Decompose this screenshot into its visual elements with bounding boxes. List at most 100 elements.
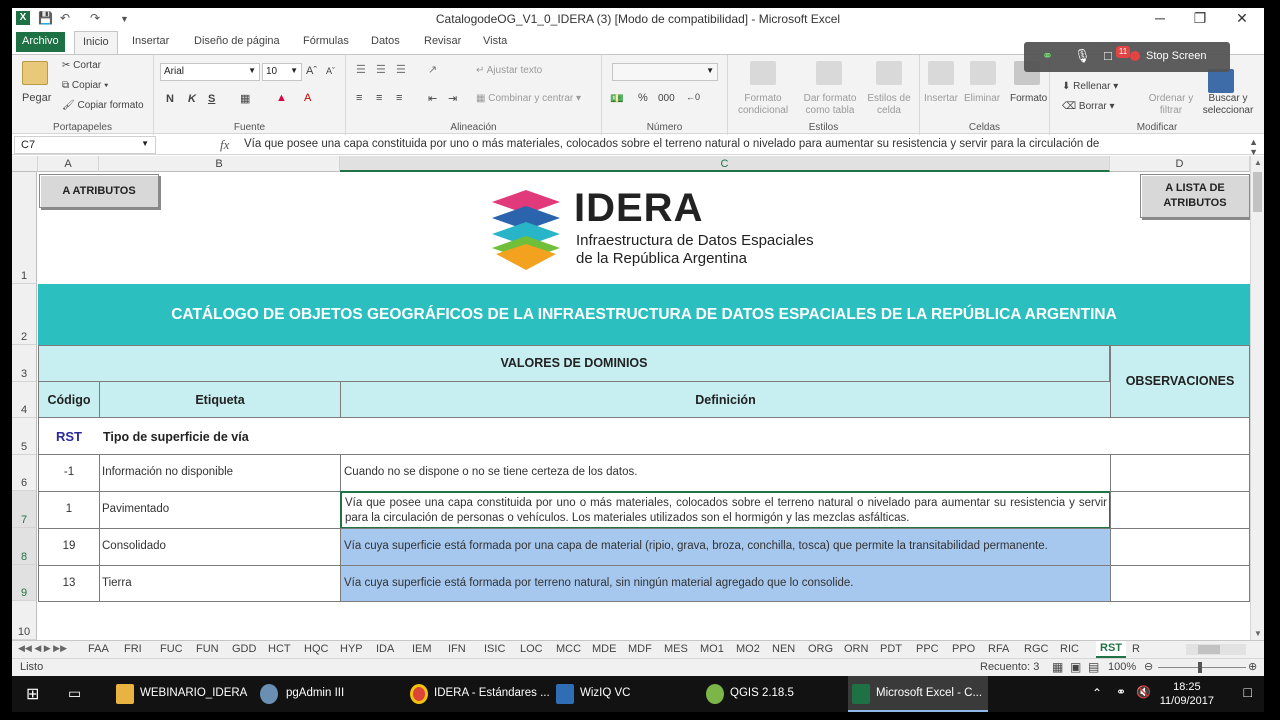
- sheet-tab[interactable]: GDD: [232, 643, 256, 655]
- taskbar-item-qgis[interactable]: QGIS 2.18.5: [702, 676, 832, 712]
- font-name-select[interactable]: Arial ▼: [160, 63, 260, 81]
- underline-button[interactable]: S: [208, 93, 215, 105]
- paste-icon[interactable]: [22, 61, 48, 85]
- sheet-tab[interactable]: PPO: [952, 643, 975, 655]
- align-center-icon[interactable]: ≡: [376, 92, 382, 104]
- shrink-font-icon[interactable]: Aˇ: [326, 66, 335, 76]
- grow-font-icon[interactable]: Aˆ: [306, 65, 317, 77]
- lista-atributos-button[interactable]: A LISTA DE ATRIBUTOS: [1140, 174, 1250, 218]
- volume-muted-icon[interactable]: 🔇: [1136, 685, 1151, 699]
- sheet-tab[interactable]: R: [1132, 643, 1140, 655]
- increase-indent-icon[interactable]: ⇥: [448, 92, 457, 105]
- sheet-tab[interactable]: MES: [664, 643, 688, 655]
- taskbar-item-pgadmin[interactable]: pgAdmin III: [256, 676, 386, 712]
- sheet-tab[interactable]: PPC: [916, 643, 939, 655]
- sheet-tab[interactable]: ORG: [808, 643, 833, 655]
- attribute-code[interactable]: RST: [39, 429, 99, 444]
- row-header-7[interactable]: 7: [12, 491, 37, 528]
- tab-inicio[interactable]: Inicio: [74, 31, 118, 55]
- sheet-tab[interactable]: IFN: [448, 643, 466, 655]
- align-left-icon[interactable]: ≡: [356, 92, 362, 104]
- maximize-button[interactable]: ❐: [1180, 10, 1220, 27]
- scroll-up-icon[interactable]: ▲: [1254, 158, 1262, 167]
- zoom-level[interactable]: 100%: [1108, 661, 1136, 673]
- sheet-tab[interactable]: MO1: [700, 643, 724, 655]
- label-cell[interactable]: Pavimentado: [99, 491, 341, 529]
- definition-cell-active[interactable]: Vía que posee una capa constituida por u…: [340, 491, 1111, 529]
- row-header-6[interactable]: 6: [12, 455, 37, 491]
- definicion-header-cell[interactable]: Definición: [340, 381, 1111, 418]
- cut-button[interactable]: ✂ Cortar: [62, 60, 101, 71]
- tab-revisar[interactable]: Revisar: [424, 35, 461, 47]
- zoom-slider-thumb[interactable]: [1198, 662, 1202, 673]
- zoom-out-icon[interactable]: ⊖: [1144, 660, 1153, 673]
- sheet-tab[interactable]: RIC: [1060, 643, 1079, 655]
- label-cell[interactable]: Tierra: [99, 565, 341, 602]
- task-view-button[interactable]: ▭: [68, 676, 92, 712]
- fill-color-icon[interactable]: ▲: [276, 92, 287, 104]
- network-icon[interactable]: ⚭: [1116, 685, 1126, 699]
- clock[interactable]: 18:25 11/09/2017: [1160, 680, 1214, 708]
- sheet-tab[interactable]: MCC: [556, 643, 581, 655]
- sheet-tab[interactable]: HQC: [304, 643, 328, 655]
- row-header-9[interactable]: 9: [12, 565, 37, 601]
- sheet-tab[interactable]: RST: [1096, 641, 1126, 658]
- fill-button[interactable]: ⬇ Rellenar ▾: [1062, 81, 1118, 92]
- copy-button[interactable]: ⧉ Copiar ▾: [62, 80, 108, 91]
- format-table-button[interactable]: Dar formato como tabla: [800, 93, 860, 117]
- sort-filter-button[interactable]: Ordenar y filtrar: [1148, 93, 1194, 117]
- sheet-tab[interactable]: MDF: [628, 643, 652, 655]
- merge-center-button[interactable]: ▦ Combinar y centrar ▾: [476, 93, 581, 104]
- paste-button[interactable]: Pegar: [22, 92, 51, 104]
- sheet-tab[interactable]: MO2: [736, 643, 760, 655]
- tray-chevron-icon[interactable]: ⌃: [1092, 686, 1102, 700]
- borders-icon[interactable]: ▦: [240, 92, 250, 105]
- column-header-a[interactable]: A: [38, 156, 99, 172]
- tab-formulas[interactable]: Fórmulas: [303, 35, 349, 47]
- zoom-in-icon[interactable]: ⊕: [1248, 660, 1257, 673]
- zoom-slider[interactable]: [1158, 667, 1246, 668]
- taskbar-item-folder[interactable]: WEBINARIO_IDERA: [112, 676, 247, 712]
- sheet-tab[interactable]: ISIC: [484, 643, 505, 655]
- tab-archivo[interactable]: Archivo: [16, 32, 65, 52]
- observation-cell[interactable]: [1110, 565, 1250, 602]
- etiqueta-header-cell[interactable]: Etiqueta: [99, 381, 341, 418]
- align-bottom-icon[interactable]: ☰: [396, 63, 406, 76]
- expand-formula-icon[interactable]: ▲ ▼: [1249, 137, 1258, 157]
- format-cells-button[interactable]: Formato: [1010, 93, 1047, 104]
- notification-icon[interactable]: □: [1244, 684, 1252, 700]
- label-cell[interactable]: Consolidado: [99, 528, 341, 566]
- code-cell[interactable]: -1: [38, 454, 100, 492]
- tab-datos[interactable]: Datos: [371, 35, 400, 47]
- conditional-format-button[interactable]: Formato condicional: [738, 93, 788, 117]
- sheet-tab[interactable]: FAA: [88, 643, 109, 655]
- sheet-tab[interactable]: IEM: [412, 643, 432, 655]
- hscroll-thumb[interactable]: [1198, 645, 1220, 654]
- tab-vista[interactable]: Vista: [483, 35, 507, 47]
- align-right-icon[interactable]: ≡: [396, 92, 402, 104]
- column-header-d[interactable]: D: [1110, 156, 1250, 172]
- clear-button[interactable]: ⌫ Borrar ▾: [1062, 101, 1115, 112]
- chat-icon[interactable]: □: [1104, 48, 1112, 63]
- tab-insertar[interactable]: Insertar: [132, 35, 169, 47]
- column-header-b[interactable]: B: [99, 156, 340, 172]
- align-top-icon[interactable]: ☰: [356, 63, 366, 76]
- taskbar-item-excel[interactable]: Microsoft Excel - C...: [848, 676, 988, 712]
- taskbar-item-chrome[interactable]: IDERA - Estándares ...: [406, 676, 550, 712]
- catalog-title-cell[interactable]: CATÁLOGO DE OBJETOS GEOGRÁFICOS DE LA IN…: [38, 284, 1250, 345]
- font-size-select[interactable]: 10 ▼: [262, 63, 302, 81]
- codigo-header-cell[interactable]: Código: [38, 381, 100, 418]
- formula-input[interactable]: Vía que posee una capa constituida por u…: [244, 138, 1234, 150]
- orientation-icon[interactable]: ↗: [428, 63, 437, 76]
- sheet-tab[interactable]: FUC: [160, 643, 183, 655]
- name-box[interactable]: C7 ▼: [14, 136, 156, 154]
- sheet-tab[interactable]: RGC: [1024, 643, 1048, 655]
- start-button[interactable]: ⊞: [26, 676, 50, 712]
- stop-screen-button[interactable]: Stop Screen: [1146, 50, 1207, 62]
- sheet-tab[interactable]: FUN: [196, 643, 219, 655]
- definition-cell-selected[interactable]: Vía cuya superficie está formada por una…: [340, 528, 1111, 566]
- row-header-3[interactable]: 3: [12, 345, 37, 382]
- valores-dominios-cell[interactable]: VALORES DE DOMINIOS: [38, 345, 1110, 382]
- decimals-icon[interactable]: ←0: [686, 92, 700, 102]
- select-all-corner[interactable]: [12, 156, 38, 172]
